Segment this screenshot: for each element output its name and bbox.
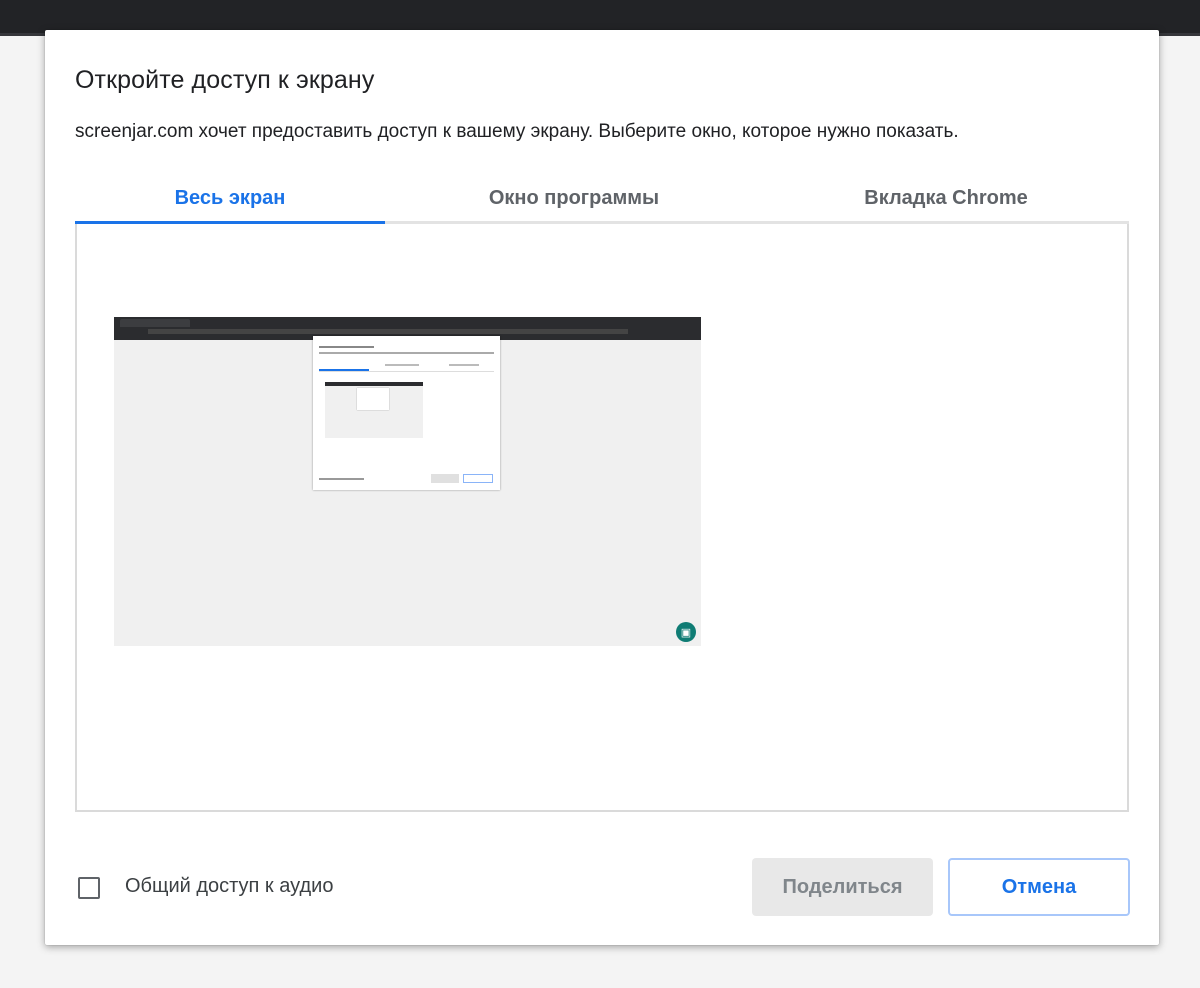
mini-title-line xyxy=(319,346,374,348)
cancel-button[interactable]: Отмена xyxy=(948,858,1130,916)
thumbnail-mini-dialog xyxy=(313,336,500,490)
thumbnail-tabstrip xyxy=(120,319,190,327)
mini-share-button xyxy=(431,474,459,483)
mini-thumbnail-bar xyxy=(325,382,423,386)
mini-thumbnail-dialog xyxy=(357,388,389,410)
mini-audio-label xyxy=(319,478,364,480)
tab-chrome-tab[interactable]: Вкладка Chrome xyxy=(763,176,1129,221)
thumbnail-address-bar xyxy=(148,329,628,334)
mini-tabs-divider xyxy=(319,371,494,372)
audio-share-label[interactable]: Общий доступ к аудио xyxy=(125,875,333,898)
dialog-title: Откройте доступ к экрану xyxy=(75,66,375,94)
source-list: ▣ xyxy=(75,224,1129,812)
mini-cancel-button xyxy=(463,474,493,483)
screen-share-dialog: Откройте доступ к экрану screenjar.com х… xyxy=(45,30,1159,945)
tab-window[interactable]: Окно программы xyxy=(385,176,763,221)
mini-tab-line xyxy=(385,364,419,366)
mini-tab-line xyxy=(449,364,479,366)
screen-thumbnail[interactable]: ▣ xyxy=(114,317,701,646)
mini-subtitle-line xyxy=(319,352,494,354)
screen-share-badge-icon: ▣ xyxy=(676,622,696,642)
audio-share-checkbox[interactable] xyxy=(78,877,100,899)
tab-entire-screen[interactable]: Весь экран xyxy=(75,176,385,221)
source-tabs: Весь экран Окно программы Вкладка Chrome xyxy=(75,176,1129,224)
mini-thumbnail xyxy=(325,382,423,438)
share-button[interactable]: Поделиться xyxy=(752,858,933,916)
dialog-subtitle: screenjar.com хочет предоставить доступ … xyxy=(75,121,959,142)
tab-selection-indicator xyxy=(75,221,385,224)
